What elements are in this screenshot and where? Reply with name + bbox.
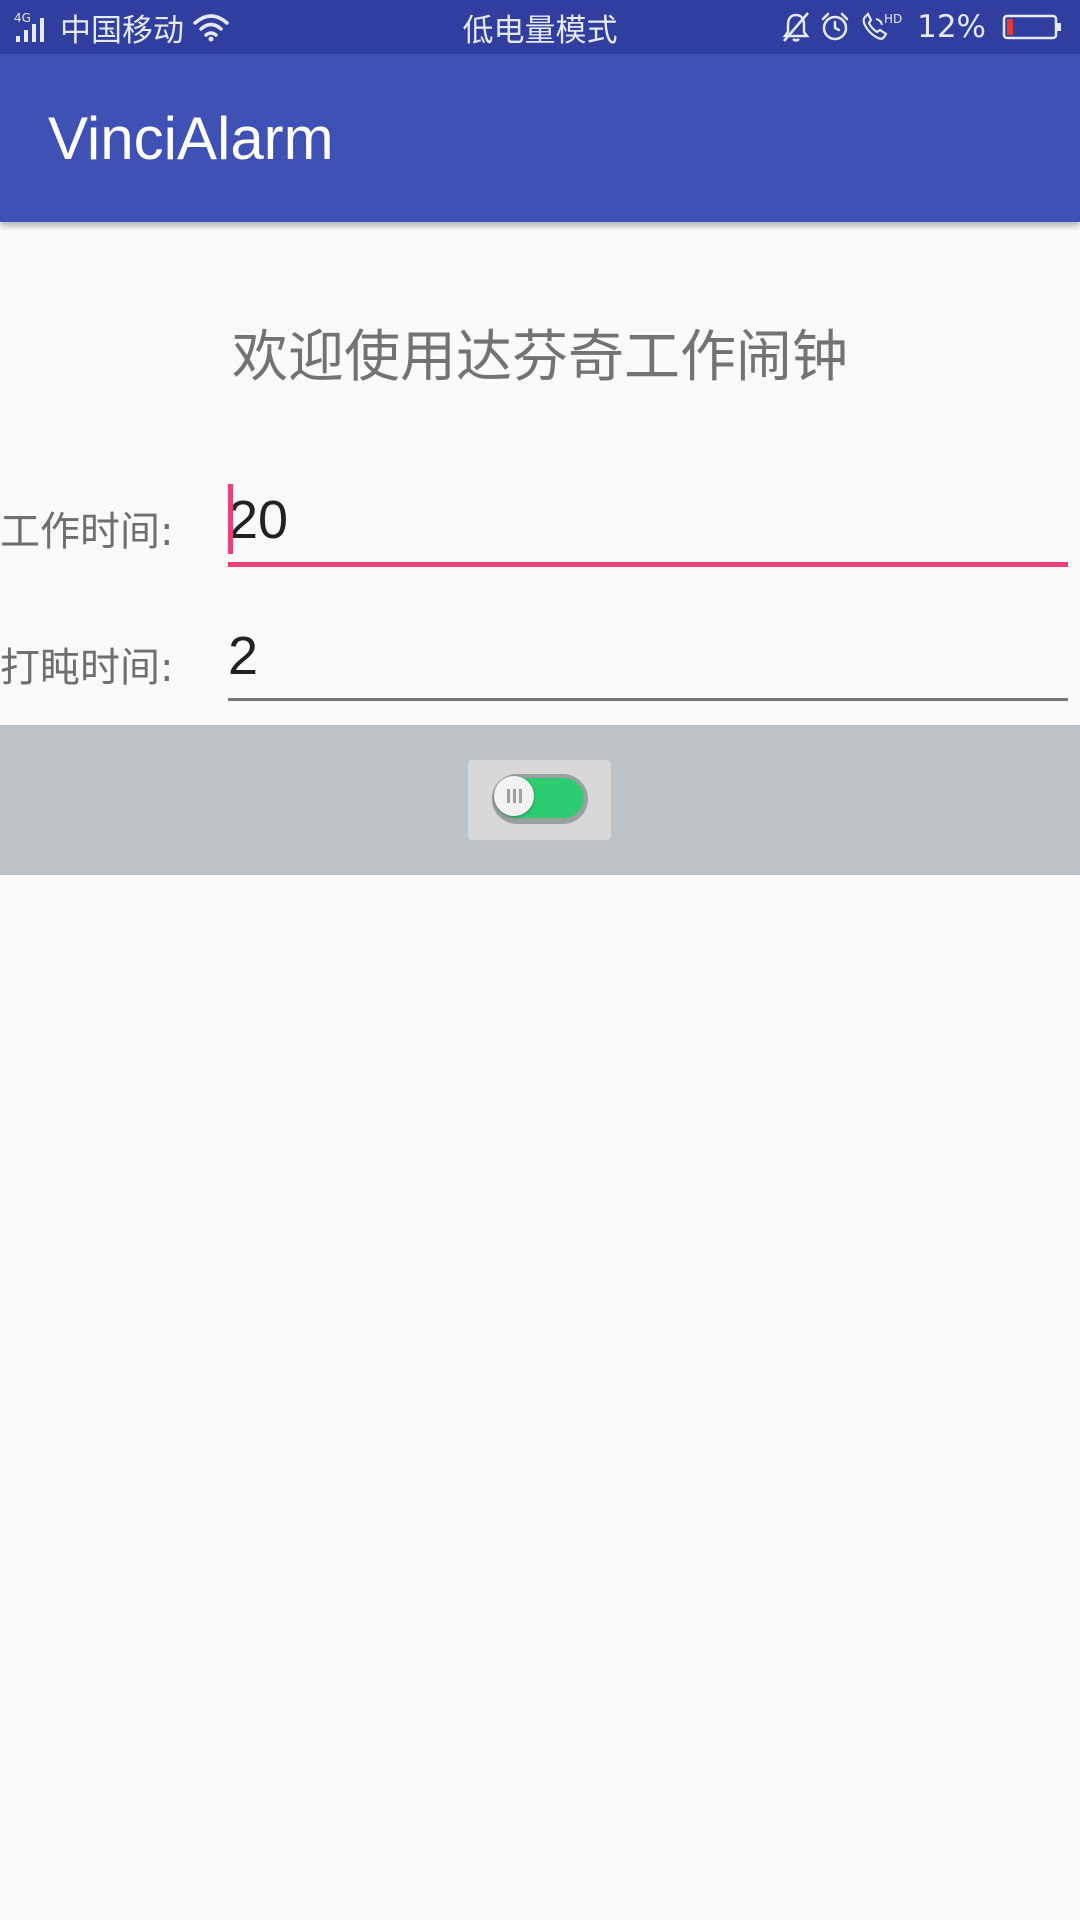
alarm-toggle-button[interactable] [468, 760, 611, 840]
toggle-panel [0, 725, 1080, 875]
work-time-input[interactable] [228, 478, 1068, 562]
app-title: VinciAlarm [48, 104, 334, 172]
work-time-label: 工作时间: [0, 509, 174, 555]
status-bar: 4G 中国移动 低电量模式 HD 12% [0, 0, 1080, 54]
work-time-row: 工作时间: [0, 478, 1080, 578]
alarm-clock-icon [819, 11, 851, 43]
signal-icon: 4G [14, 10, 52, 44]
app-bar: VinciAlarm [0, 54, 1080, 222]
status-bar-left: 4G 中国移动 [14, 0, 230, 54]
nap-time-input[interactable] [228, 614, 1068, 698]
nap-time-row: 打盹时间: [0, 614, 1080, 714]
work-time-underline [228, 562, 1068, 567]
battery-percent: 12% [917, 9, 986, 45]
carrier-label: 中国移动 [60, 12, 184, 49]
nap-time-underline [228, 698, 1068, 701]
svg-text:HD: HD [884, 12, 902, 26]
network-type-label: 4G [14, 11, 31, 25]
status-bar-right: HD 12% [781, 0, 1062, 54]
welcome-heading: 欢迎使用达芬奇工作闹钟 [232, 325, 848, 390]
battery-icon [1002, 13, 1062, 41]
hd-call-icon: HD [859, 11, 903, 43]
text-cursor [228, 484, 233, 554]
toggle-thumb [494, 776, 534, 816]
nap-time-label: 打盹时间: [0, 645, 174, 691]
bell-muted-icon [781, 11, 811, 43]
wifi-icon [192, 12, 230, 42]
toggle-track [492, 774, 588, 824]
